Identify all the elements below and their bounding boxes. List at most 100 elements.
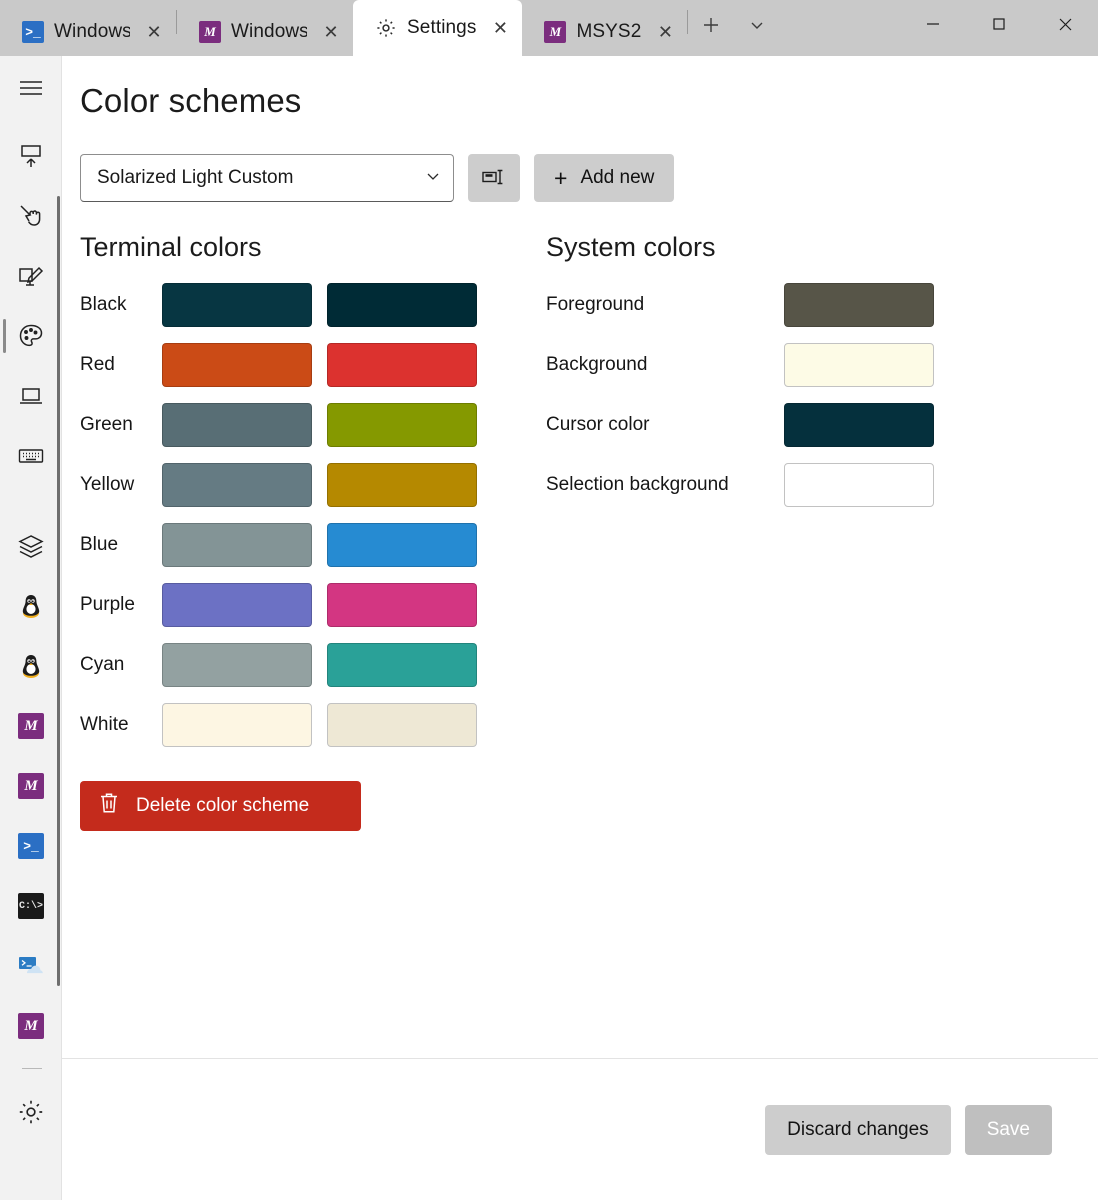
color-scheme-dropdown[interactable]: Solarized Light Custom: [80, 154, 454, 202]
color-label: Black: [80, 294, 127, 315]
color-swatch-black-bright[interactable]: [327, 283, 477, 327]
sidebar-item-profiles[interactable]: [0, 524, 62, 568]
tab-label: MSYS2: [576, 21, 642, 42]
msys2-icon: M: [18, 773, 44, 799]
color-palette-icon: [15, 320, 47, 352]
title-bar: >_ Windows PowerShell ✕ M Windows ✕ Sett…: [0, 0, 1098, 56]
layers-icon: [15, 530, 47, 562]
sidebar-item-startup[interactable]: [0, 134, 62, 178]
color-swatch-blue-bright[interactable]: [327, 523, 477, 567]
powershell-icon: >_: [22, 21, 44, 43]
terminal-settings-window: >_ Windows PowerShell ✕ M Windows ✕ Sett…: [0, 0, 1098, 1200]
color-swatch-white-normal[interactable]: [162, 703, 312, 747]
color-swatch-green-bright[interactable]: [327, 403, 477, 447]
color-swatch-cyan-normal[interactable]: [162, 643, 312, 687]
sidebar-item-profile-msys2-1[interactable]: M: [0, 704, 62, 748]
sidebar-item-profile-linux-1[interactable]: [0, 584, 62, 628]
tab-bar-tools: [688, 0, 780, 56]
color-swatch-cyan-bright[interactable]: [327, 643, 477, 687]
sidebar-item-color-schemes[interactable]: [0, 314, 62, 358]
maximize-button[interactable]: [966, 0, 1032, 48]
new-tab-button[interactable]: [688, 4, 734, 46]
tab-msys2[interactable]: M MSYS2 ✕: [522, 8, 687, 56]
sidebar-item-profile-msys2-2[interactable]: M: [0, 764, 62, 808]
trash-icon: [98, 791, 120, 821]
color-swatch-green-normal[interactable]: [162, 403, 312, 447]
tab-windows-powershell[interactable]: >_ Windows PowerShell ✕: [0, 8, 176, 56]
color-label: Red: [80, 354, 115, 375]
selection-indicator: [3, 319, 6, 353]
keyboard-icon: [15, 440, 47, 472]
color-row-blue: Blue: [80, 515, 546, 575]
color-swatch-foreground[interactable]: [784, 283, 934, 327]
color-swatch-blue-normal[interactable]: [162, 523, 312, 567]
sidebar-item-profile-linux-2[interactable]: [0, 644, 62, 688]
sidebar-item-profile-msys2-3[interactable]: M: [0, 1004, 62, 1048]
color-swatch-red-bright[interactable]: [327, 343, 477, 387]
linux-tux-icon: [15, 650, 47, 682]
tab-close-icon[interactable]: ✕: [651, 18, 679, 46]
tab-close-icon[interactable]: ✕: [317, 18, 345, 46]
msys2-icon: M: [18, 1013, 44, 1039]
hamburger-menu-button[interactable]: [0, 66, 62, 110]
save-button: Save: [964, 1104, 1052, 1155]
window-controls: [900, 0, 1098, 56]
color-swatch-purple-bright[interactable]: [327, 583, 477, 627]
color-row-green: Green: [80, 395, 546, 455]
system-color-label: Cursor color: [546, 414, 650, 435]
color-row-black: Black: [80, 275, 546, 335]
sidebar-item-rendering[interactable]: [0, 374, 62, 418]
color-row-yellow: Yellow: [80, 455, 546, 515]
color-label: Green: [80, 414, 133, 435]
system-row-foreground: Foreground: [546, 275, 1016, 335]
linux-tux-icon: [15, 590, 47, 622]
plus-icon: +: [554, 164, 568, 191]
sidebar-item-appearance[interactable]: [0, 254, 62, 298]
msys2-icon: M: [199, 21, 221, 43]
sidebar-item-interaction[interactable]: [0, 194, 62, 238]
gear-icon: [15, 1096, 47, 1128]
add-new-label: Add new: [580, 167, 655, 188]
color-row-purple: Purple: [80, 575, 546, 635]
sidebar-item-profile-powershell[interactable]: >_: [0, 824, 62, 868]
new-tab-dropdown-button[interactable]: [734, 4, 780, 46]
color-swatch-purple-normal[interactable]: [162, 583, 312, 627]
minimize-button[interactable]: [900, 0, 966, 48]
color-swatch-yellow-bright[interactable]: [327, 463, 477, 507]
startup-icon: [15, 140, 47, 172]
close-window-button[interactable]: [1032, 0, 1098, 48]
tab-settings[interactable]: Settings ✕: [353, 0, 523, 56]
color-swatch-red-normal[interactable]: [162, 343, 312, 387]
color-sections: Terminal colors Black Red Green Yellow B…: [80, 232, 1098, 831]
powershell-icon: >_: [18, 833, 44, 859]
discard-changes-button[interactable]: Discard changes: [765, 1104, 951, 1155]
tab-strip: >_ Windows PowerShell ✕ M Windows ✕ Sett…: [0, 0, 689, 56]
color-swatch-background[interactable]: [784, 343, 934, 387]
rail-divider: [22, 1068, 42, 1069]
tab-windows-msys2[interactable]: M Windows ✕: [177, 8, 353, 56]
color-swatch-selection-background[interactable]: [784, 463, 934, 507]
settings-gear-icon: [375, 17, 397, 39]
system-row-background: Background: [546, 335, 1016, 395]
add-new-button[interactable]: + Add new: [534, 154, 675, 202]
sidebar-item-actions[interactable]: [0, 434, 62, 478]
rail-scrollbar[interactable]: [57, 196, 60, 986]
system-row-cursor-color: Cursor color: [546, 395, 1016, 455]
sidebar-item-open-json-settings[interactable]: [0, 1090, 62, 1134]
color-label: White: [80, 714, 129, 735]
page-title: Color schemes: [80, 82, 302, 119]
color-swatch-yellow-normal[interactable]: [162, 463, 312, 507]
sidebar-item-profile-azure-cloud-shell[interactable]: [0, 944, 62, 988]
color-label: Cyan: [80, 654, 125, 675]
color-label: Purple: [80, 594, 135, 615]
tab-close-icon[interactable]: ✕: [486, 14, 514, 42]
color-swatch-white-bright[interactable]: [327, 703, 477, 747]
color-row-cyan: Cyan: [80, 635, 546, 695]
color-swatch-black-normal[interactable]: [162, 283, 312, 327]
tab-close-icon[interactable]: ✕: [140, 18, 168, 46]
color-swatch-cursor-color[interactable]: [784, 403, 934, 447]
color-row-red: Red: [80, 335, 546, 395]
sidebar-item-profile-command-prompt[interactable]: C:\>: [0, 884, 62, 928]
rename-scheme-button[interactable]: [468, 154, 520, 202]
delete-color-scheme-button[interactable]: Delete color scheme: [80, 781, 361, 831]
